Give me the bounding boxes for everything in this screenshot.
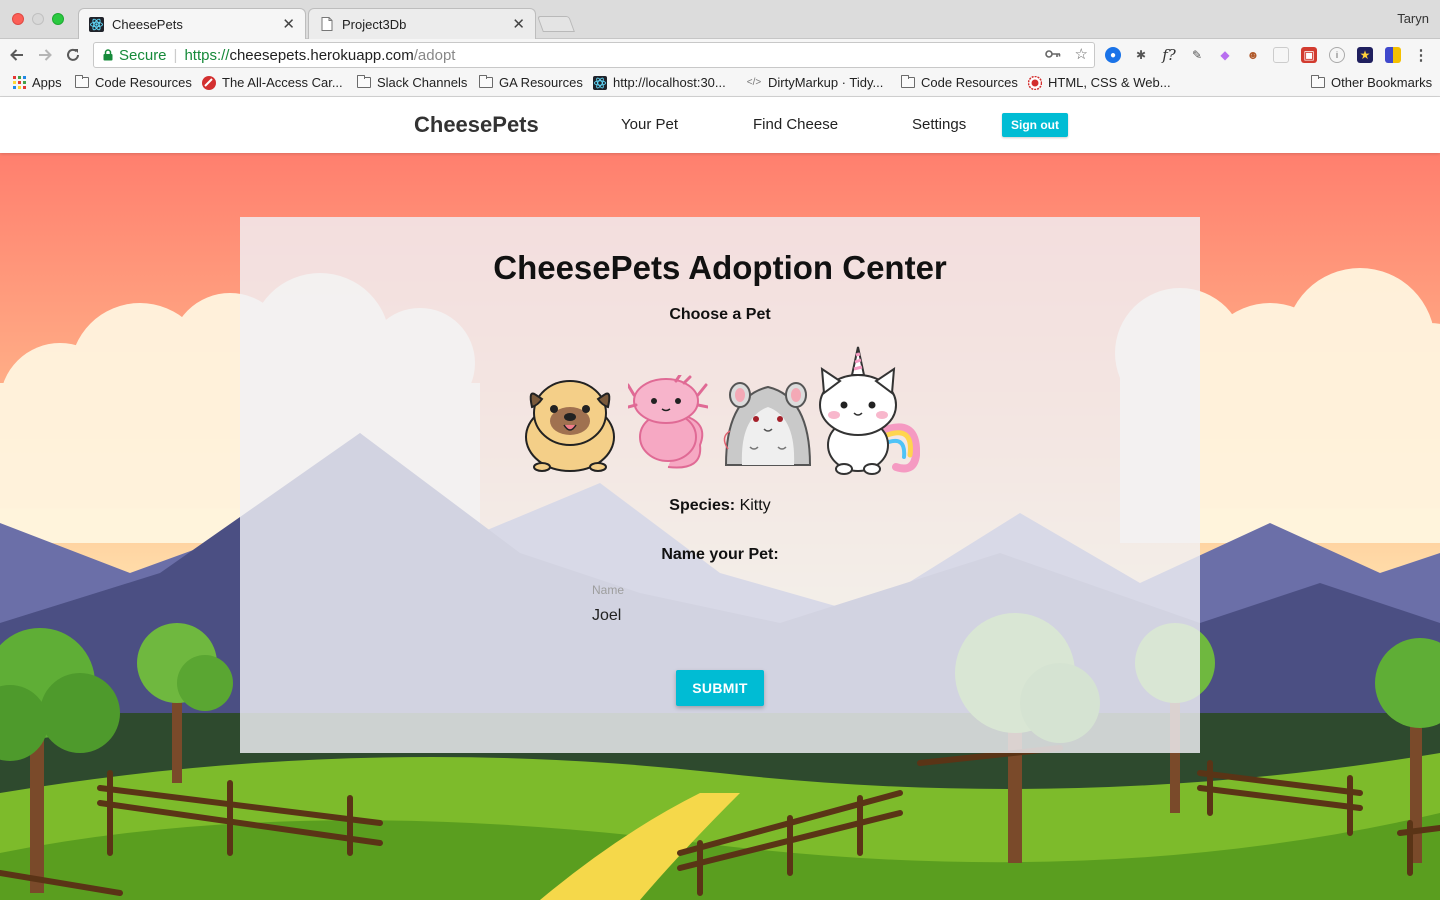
browser-tab-bar: CheesePets ✕ Project3Db ✕ Taryn	[0, 0, 1440, 39]
folder-icon	[75, 75, 89, 89]
bookmark-label: Slack Channels	[377, 75, 468, 90]
profile-name[interactable]: Taryn	[1397, 11, 1429, 26]
extension-red-icon[interactable]: ▣	[1301, 47, 1317, 63]
nav-your-pet[interactable]: Your Pet	[621, 116, 678, 133]
browser-toolbar: Secure | https://cheesepets.herokuapp.co…	[0, 39, 1440, 71]
species-readout: Species: Kitty	[240, 497, 1200, 515]
forward-arrow-icon	[39, 49, 52, 61]
close-tab-icon[interactable]: ✕	[282, 15, 295, 33]
bookmark-code-resources[interactable]: Code Resources	[75, 75, 192, 90]
reload-button[interactable]	[62, 44, 84, 66]
new-tab-button[interactable]	[537, 16, 575, 32]
tab-title: CheesePets	[112, 16, 183, 32]
back-button[interactable]	[6, 44, 28, 66]
bookmark-label: Apps	[32, 75, 62, 90]
pet-option-pug[interactable]	[520, 377, 620, 478]
app-navbar: CheesePets Your Pet Find Cheese Settings…	[0, 97, 1440, 153]
lock-icon	[103, 49, 113, 61]
axolotl-icon	[626, 373, 710, 469]
bookmark-all-access[interactable]: The All-Access Car...	[202, 75, 343, 90]
pet-picker	[520, 345, 921, 482]
apps-grid-icon	[12, 76, 26, 89]
bookmark-dirtymarkup[interactable]: </> DirtyMarkup · Tidy...	[746, 75, 884, 90]
address-bar[interactable]: Secure | https://cheesepets.herokuapp.co…	[93, 42, 1095, 68]
secure-label: Secure	[119, 46, 167, 64]
browser-tab-cheesepets[interactable]: CheesePets ✕	[78, 8, 306, 39]
forward-button[interactable]	[34, 44, 56, 66]
minimize-window-button[interactable]	[32, 13, 44, 25]
folder-icon	[901, 75, 915, 89]
bookmarks-bar: Apps Code Resources The All-Access Car..…	[0, 71, 1440, 97]
bookmark-other[interactable]: Other Bookmarks	[1311, 75, 1432, 90]
bookmark-label: The All-Access Car...	[222, 75, 343, 90]
tab-title: Project3Db	[342, 16, 407, 32]
url-scheme: https://	[184, 46, 230, 64]
bookmark-star-icon[interactable]: ☆	[1075, 45, 1088, 63]
omnibox-separator: |	[173, 46, 178, 64]
bookmark-slack-channels[interactable]: Slack Channels	[357, 75, 467, 90]
bookmark-apps[interactable]: Apps	[12, 75, 62, 90]
nav-find-cheese[interactable]: Find Cheese	[753, 116, 838, 133]
folder-icon	[479, 75, 493, 89]
browser-tab-project3db[interactable]: Project3Db ✕	[308, 8, 536, 39]
extension-circle-icon[interactable]: i	[1329, 47, 1345, 63]
back-arrow-icon	[10, 49, 23, 61]
adoption-card: CheesePets Adoption Center Choose a Pet	[240, 217, 1200, 753]
reload-icon	[67, 48, 79, 61]
folder-icon	[1311, 75, 1325, 89]
close-tab-icon[interactable]: ✕	[512, 15, 525, 33]
bookmark-ga-resources[interactable]: GA Resources	[479, 75, 583, 90]
bookmark-localhost[interactable]: http://localhost:30...	[593, 75, 726, 90]
close-window-button[interactable]	[12, 13, 24, 25]
bookmark-label: Code Resources	[95, 75, 192, 90]
unicorn-kitty-icon	[819, 346, 921, 475]
name-your-pet-heading: Name your Pet:	[661, 546, 779, 563]
submit-button[interactable]: SUBMIT	[676, 670, 764, 706]
html-icon	[1028, 75, 1042, 90]
extension-zoom-icon[interactable]: ●	[1105, 47, 1121, 63]
extension-wand-icon[interactable]: ◆	[1217, 47, 1233, 63]
maximize-window-button[interactable]	[52, 13, 64, 25]
react-icon	[593, 75, 607, 90]
sign-out-button[interactable]: Sign out	[1002, 113, 1068, 137]
extension-bug-icon[interactable]: ✱	[1133, 47, 1149, 63]
document-icon	[319, 17, 334, 32]
pet-name-input[interactable]	[592, 601, 848, 631]
red-circle-icon	[202, 75, 216, 90]
bookmark-label: GA Resources	[499, 75, 583, 90]
extension-color-icon[interactable]	[1385, 47, 1401, 63]
extension-space-icon[interactable]: ★	[1357, 47, 1373, 63]
folder-icon	[357, 75, 371, 89]
page-title: CheesePets Adoption Center	[493, 249, 947, 286]
url-path: /adopt	[413, 46, 456, 64]
bookmark-label: DirtyMarkup · Tidy...	[768, 75, 884, 90]
brand-logo[interactable]: CheesePets	[414, 112, 539, 138]
pet-option-chinchilla[interactable]	[720, 377, 816, 478]
key-icon[interactable]	[1044, 46, 1061, 63]
species-value: Kitty	[739, 497, 771, 514]
react-icon	[89, 16, 104, 32]
extension-eyedropper-icon[interactable]: ✎	[1189, 47, 1205, 63]
code-icon: </>	[746, 77, 762, 88]
extension-fonts-icon[interactable]: f?	[1161, 46, 1177, 64]
menu-kebab-icon[interactable]: ⋮	[1413, 47, 1429, 64]
pug-icon	[525, 380, 615, 472]
chinchilla-icon	[723, 382, 812, 466]
name-field-label: Name	[592, 583, 625, 597]
species-label: Species:	[669, 497, 736, 514]
extension-blank-icon[interactable]	[1273, 47, 1289, 63]
bookmark-label: HTML, CSS & Web...	[1048, 75, 1171, 90]
bookmark-code-resources-2[interactable]: Code Resources	[901, 75, 1018, 90]
bookmark-label: Code Resources	[921, 75, 1018, 90]
pet-option-kitty[interactable]	[818, 345, 921, 482]
pet-option-axolotl[interactable]	[626, 373, 710, 478]
bookmark-html-css[interactable]: HTML, CSS & Web...	[1028, 75, 1171, 90]
bookmark-label: http://localhost:30...	[613, 75, 726, 90]
choose-pet-heading: Choose a Pet	[669, 306, 771, 323]
url-host: cheesepets.herokuapp.com	[229, 46, 414, 64]
extension-avatar-icon[interactable]: ☻	[1245, 47, 1261, 63]
bookmark-label: Other Bookmarks	[1331, 75, 1433, 90]
nav-settings[interactable]: Settings	[912, 116, 966, 133]
